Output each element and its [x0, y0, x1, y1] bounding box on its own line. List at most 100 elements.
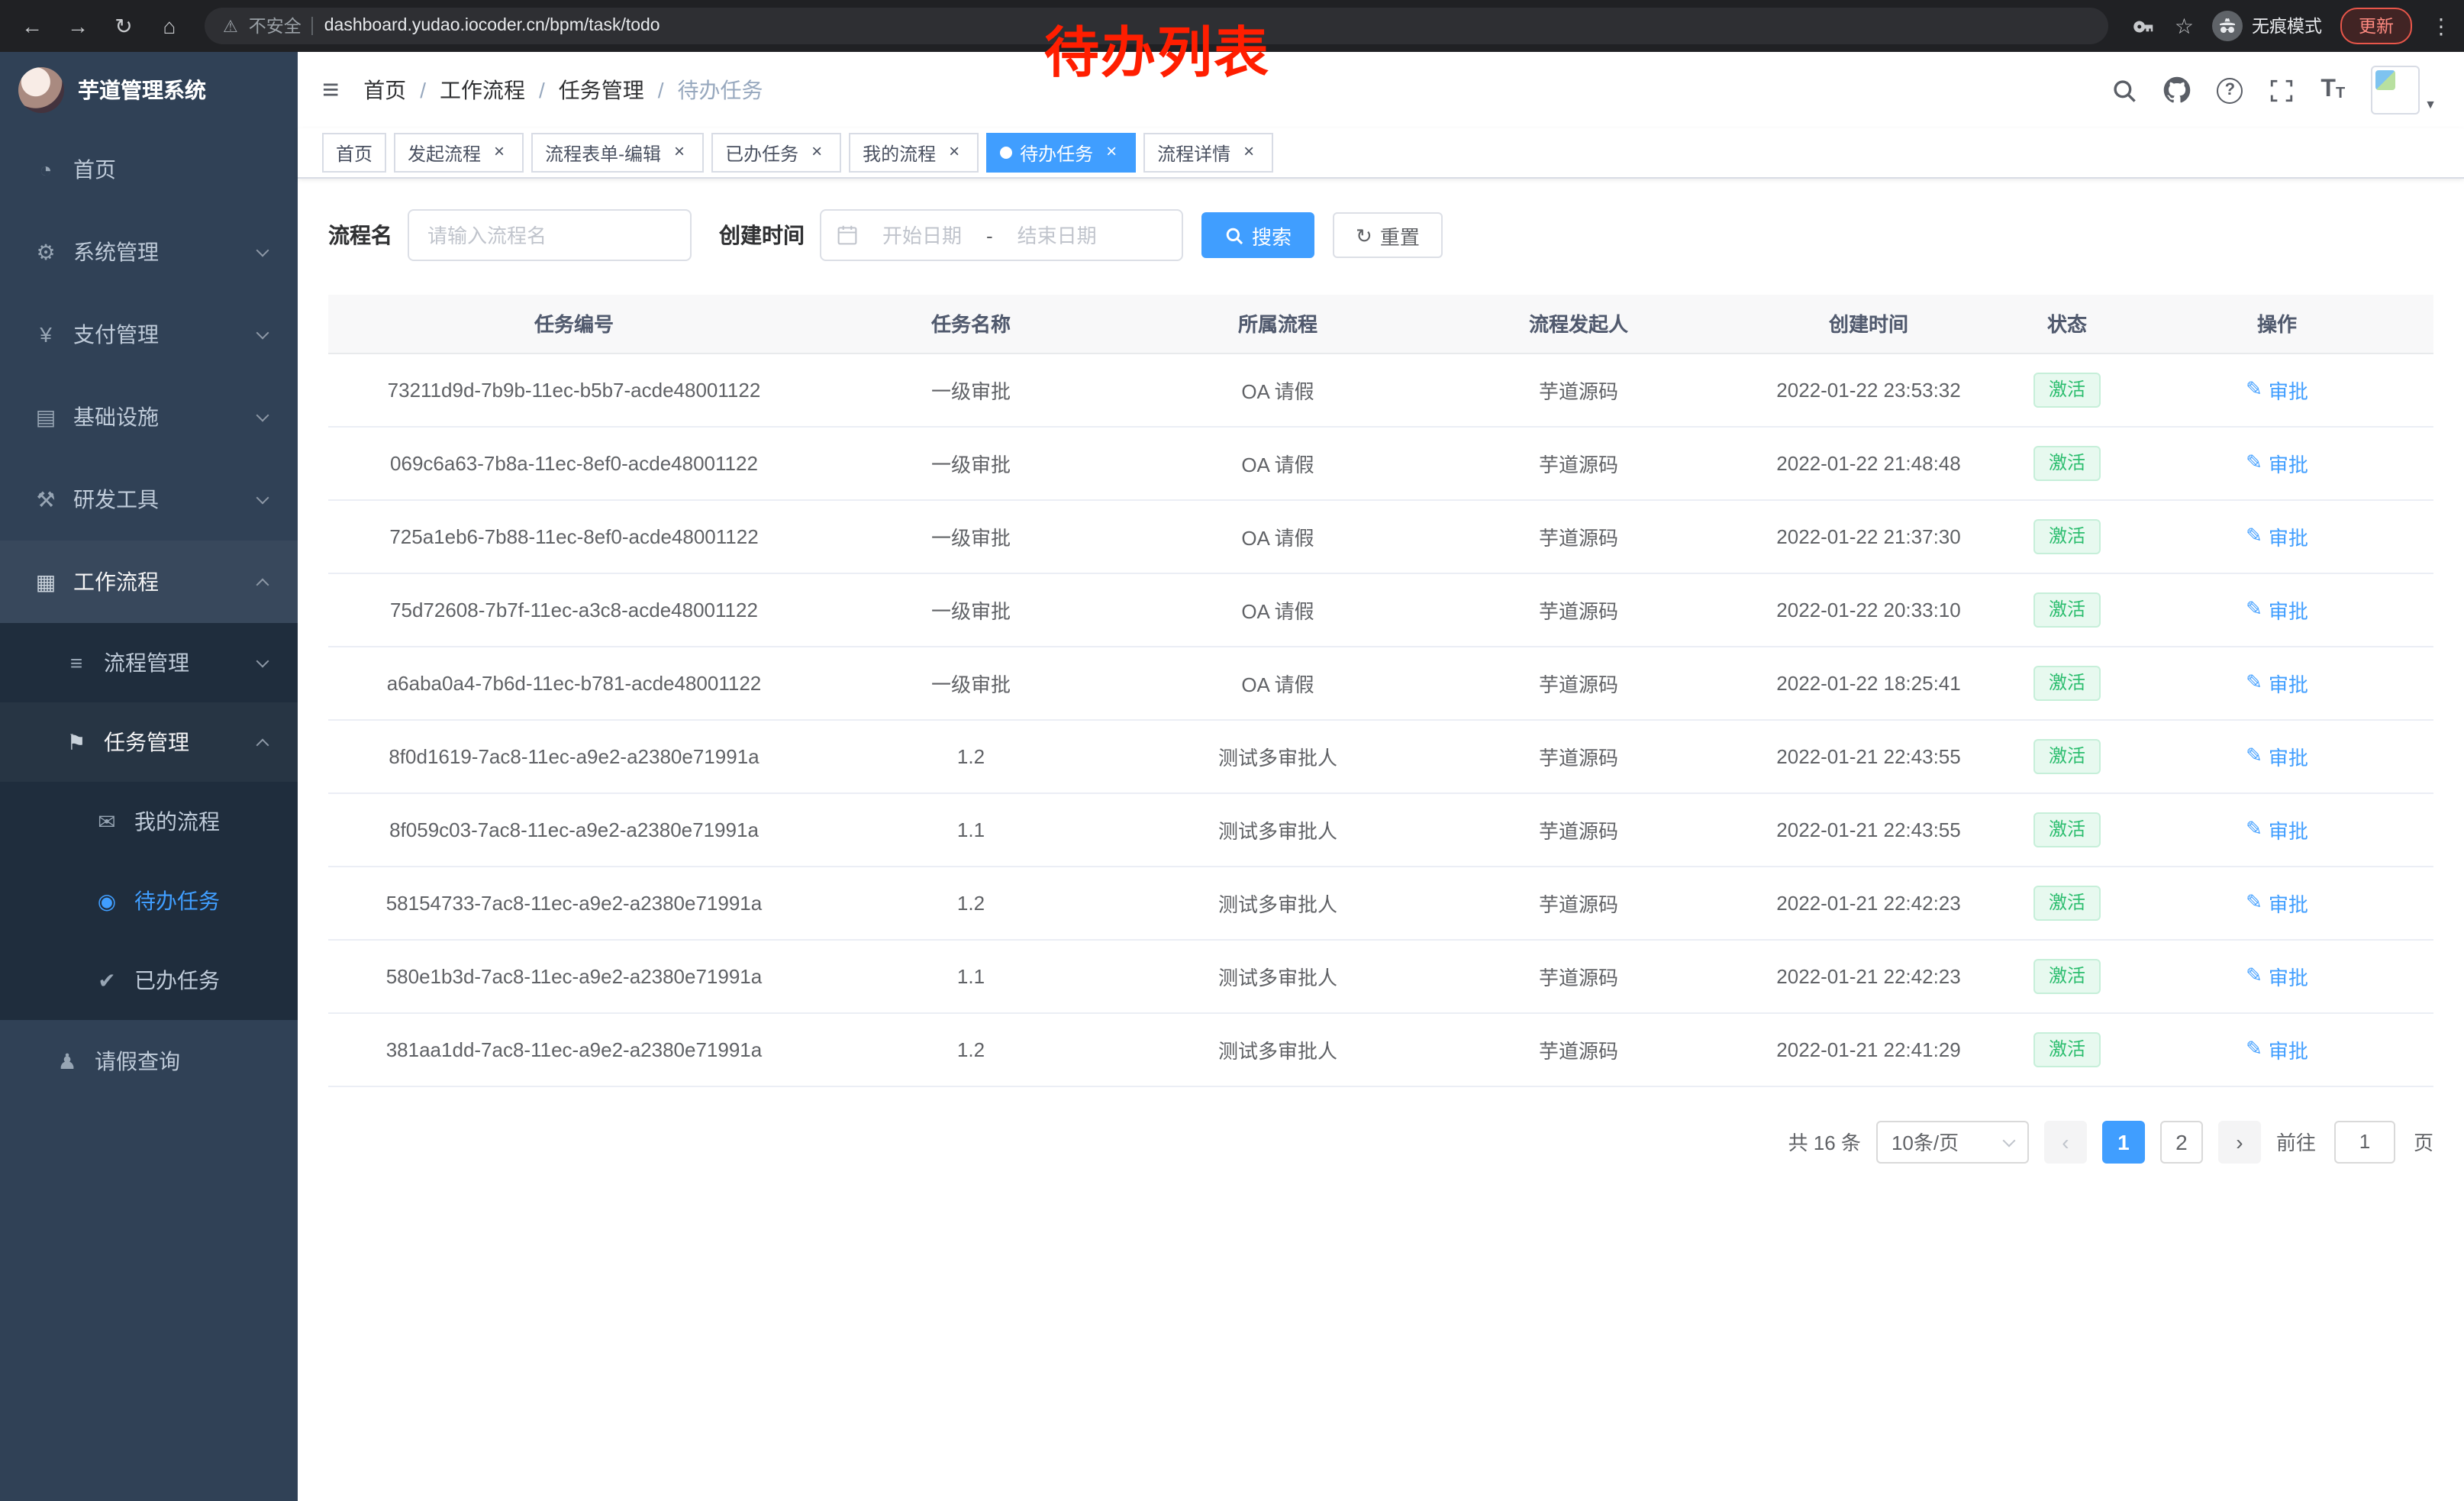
sidebar-item-payment-management[interactable]: ¥ 支付管理 — [0, 293, 298, 376]
help-icon[interactable]: ? — [2217, 77, 2243, 103]
page-button-1[interactable]: 1 — [2102, 1120, 2145, 1163]
goto-unit-label: 页 — [2414, 1127, 2433, 1156]
approve-link[interactable]: ✎审批 — [2246, 375, 2308, 404]
cell-task-name: 1.2 — [820, 719, 1122, 792]
cell-status: 激活 — [2014, 719, 2121, 792]
sidebar-item-home[interactable]: ◔ 首页 — [0, 128, 298, 211]
collapse-sidebar-icon[interactable]: ≡ — [322, 76, 339, 105]
column-status: 状态 — [2014, 295, 2121, 353]
tab[interactable]: 已办任务 × — [711, 133, 841, 173]
approve-link[interactable]: ✎审批 — [2246, 741, 2308, 770]
search-button[interactable]: 搜索 — [1201, 212, 1314, 258]
home-icon[interactable]: ⌂ — [150, 6, 189, 46]
tab-close-icon[interactable]: × — [1238, 142, 1259, 163]
app-logo[interactable]: 芋道管理系统 — [0, 52, 298, 128]
cell-initiator: 芋道源码 — [1434, 426, 1724, 499]
sidebar-item-done-task[interactable]: ✔ 已办任务 — [0, 941, 298, 1020]
update-button[interactable]: 更新 — [2340, 8, 2412, 44]
cell-task-id: a6aba0a4-7b6d-11ec-b781-acde48001122 — [328, 646, 820, 719]
sidebar-item-leave-query[interactable]: ♟ 请假查询 — [0, 1020, 298, 1102]
gear-icon: ⚙ — [31, 239, 61, 265]
total-count: 共 16 条 — [1788, 1127, 1861, 1156]
user-menu[interactable]: ▼ — [2371, 66, 2437, 115]
breadcrumb-item-home[interactable]: 首页 — [363, 75, 406, 105]
tab[interactable]: 待办任务 × — [986, 133, 1136, 173]
table-header-row: 任务编号 任务名称 所属流程 流程发起人 创建时间 状态 操作 — [328, 295, 2433, 353]
cell-task-id: 58154733-7ac8-11ec-a9e2-a2380e71991a — [328, 866, 820, 939]
sidebar-item-infrastructure[interactable]: ▤ 基础设施 — [0, 376, 298, 458]
goto-page-input[interactable] — [2334, 1120, 2395, 1163]
github-icon[interactable] — [2163, 76, 2191, 104]
app-title: 芋道管理系统 — [78, 75, 206, 105]
process-name-input[interactable] — [408, 209, 692, 261]
tab-close-icon[interactable]: × — [943, 142, 965, 163]
cell-task-name: 1.1 — [820, 792, 1122, 866]
approve-link[interactable]: ✎审批 — [2246, 1035, 2308, 1064]
edit-icon: ✎ — [2246, 1037, 2262, 1061]
cell-status: 激活 — [2014, 499, 2121, 573]
tab-close-icon[interactable]: × — [669, 142, 690, 163]
cell-created-time: 2022-01-21 22:41:29 — [1724, 1012, 2014, 1086]
cell-task-name: 1.2 — [820, 1012, 1122, 1086]
chevron-down-icon — [256, 491, 269, 504]
prev-page-button[interactable]: ‹ — [2044, 1120, 2087, 1163]
edit-icon: ✎ — [2246, 964, 2262, 988]
status-badge: 激活 — [2033, 738, 2101, 773]
sidebar-item-system-management[interactable]: ⚙ 系统管理 — [0, 211, 298, 293]
tab-close-icon[interactable]: × — [806, 142, 827, 163]
refresh-icon[interactable]: ↻ — [104, 6, 144, 46]
caret-down-icon: ▼ — [2424, 98, 2437, 111]
address-bar[interactable]: ⚠ 不安全 dashboard.yudao.iocoder.cn/bpm/tas… — [205, 8, 2109, 44]
screen: ← → ↻ ⌂ ⚠ 不安全 dashboard.yudao.iocoder.cn… — [0, 0, 2464, 1501]
next-page-button[interactable]: › — [2218, 1120, 2261, 1163]
status-badge: 激活 — [2033, 885, 2101, 920]
app-frame: 芋道管理系统 ◔ 首页 ⚙ 系统管理 ¥ 支付管理 ▤ 基础设施 — [0, 52, 2464, 1501]
sidebar-item-workflow[interactable]: ▦ 工作流程 — [0, 541, 298, 623]
approve-link[interactable]: ✎审批 — [2246, 448, 2308, 477]
forward-icon[interactable]: → — [58, 6, 98, 46]
approve-link[interactable]: ✎审批 — [2246, 961, 2308, 990]
search-icon[interactable] — [2111, 77, 2137, 103]
approve-link[interactable]: ✎审批 — [2246, 668, 2308, 697]
breadcrumb-item-workflow[interactable]: 工作流程 — [440, 75, 525, 105]
breadcrumb-separator: / — [420, 78, 426, 102]
divider — [312, 17, 314, 35]
approve-link[interactable]: ✎审批 — [2246, 595, 2308, 624]
security-label[interactable]: 不安全 — [249, 14, 302, 38]
sidebar-item-my-process[interactable]: ✉ 我的流程 — [0, 782, 298, 861]
cell-initiator: 芋道源码 — [1434, 866, 1724, 939]
tab[interactable]: 我的流程 × — [849, 133, 979, 173]
reset-button[interactable]: ↻ 重置 — [1333, 212, 1443, 258]
tab[interactable]: 首页 — [322, 133, 386, 173]
start-date-input[interactable] — [864, 224, 980, 247]
approve-link[interactable]: ✎审批 — [2246, 815, 2308, 844]
fullscreen-icon[interactable] — [2269, 77, 2295, 103]
cell-initiator: 芋道源码 — [1434, 792, 1724, 866]
table-body: 73211d9d-7b9b-11ec-b5b7-acde48001122 一级审… — [328, 353, 2433, 1086]
font-size-icon[interactable]: TT — [2320, 78, 2345, 102]
tab-close-icon[interactable]: × — [489, 142, 510, 163]
end-date-input[interactable] — [999, 224, 1115, 247]
page-size-select[interactable]: 10条/页 — [1876, 1120, 2029, 1163]
page-button-2[interactable]: 2 — [2160, 1120, 2203, 1163]
menu-dots-icon[interactable]: ⋮ — [2430, 13, 2452, 39]
breadcrumb-item-task-management[interactable]: 任务管理 — [559, 75, 644, 105]
tab[interactable]: 流程详情 × — [1143, 133, 1273, 173]
back-icon[interactable]: ← — [12, 6, 52, 46]
approve-link[interactable]: ✎审批 — [2246, 521, 2308, 550]
cell-initiator: 芋道源码 — [1434, 353, 1724, 426]
sidebar-item-dev-tools[interactable]: ⚒ 研发工具 — [0, 458, 298, 541]
date-range-picker[interactable]: - — [820, 209, 1183, 261]
key-icon[interactable] — [2133, 15, 2156, 37]
approve-link[interactable]: ✎审批 — [2246, 888, 2308, 917]
user-avatar[interactable] — [2371, 66, 2420, 115]
sidebar-item-process-management[interactable]: ≡ 流程管理 — [0, 623, 298, 702]
cell-process: OA 请假 — [1122, 426, 1434, 499]
tab-close-icon[interactable]: × — [1101, 142, 1122, 163]
bookmark-star-icon[interactable]: ☆ — [2175, 13, 2194, 39]
sidebar-item-task-management[interactable]: ⚑ 任务管理 — [0, 702, 298, 782]
tab[interactable]: 发起流程 × — [394, 133, 524, 173]
tab[interactable]: 流程表单-编辑 × — [531, 133, 704, 173]
sidebar-item-todo-task[interactable]: ◉ 待办任务 — [0, 861, 298, 941]
cell-created-time: 2022-01-22 20:33:10 — [1724, 573, 2014, 646]
